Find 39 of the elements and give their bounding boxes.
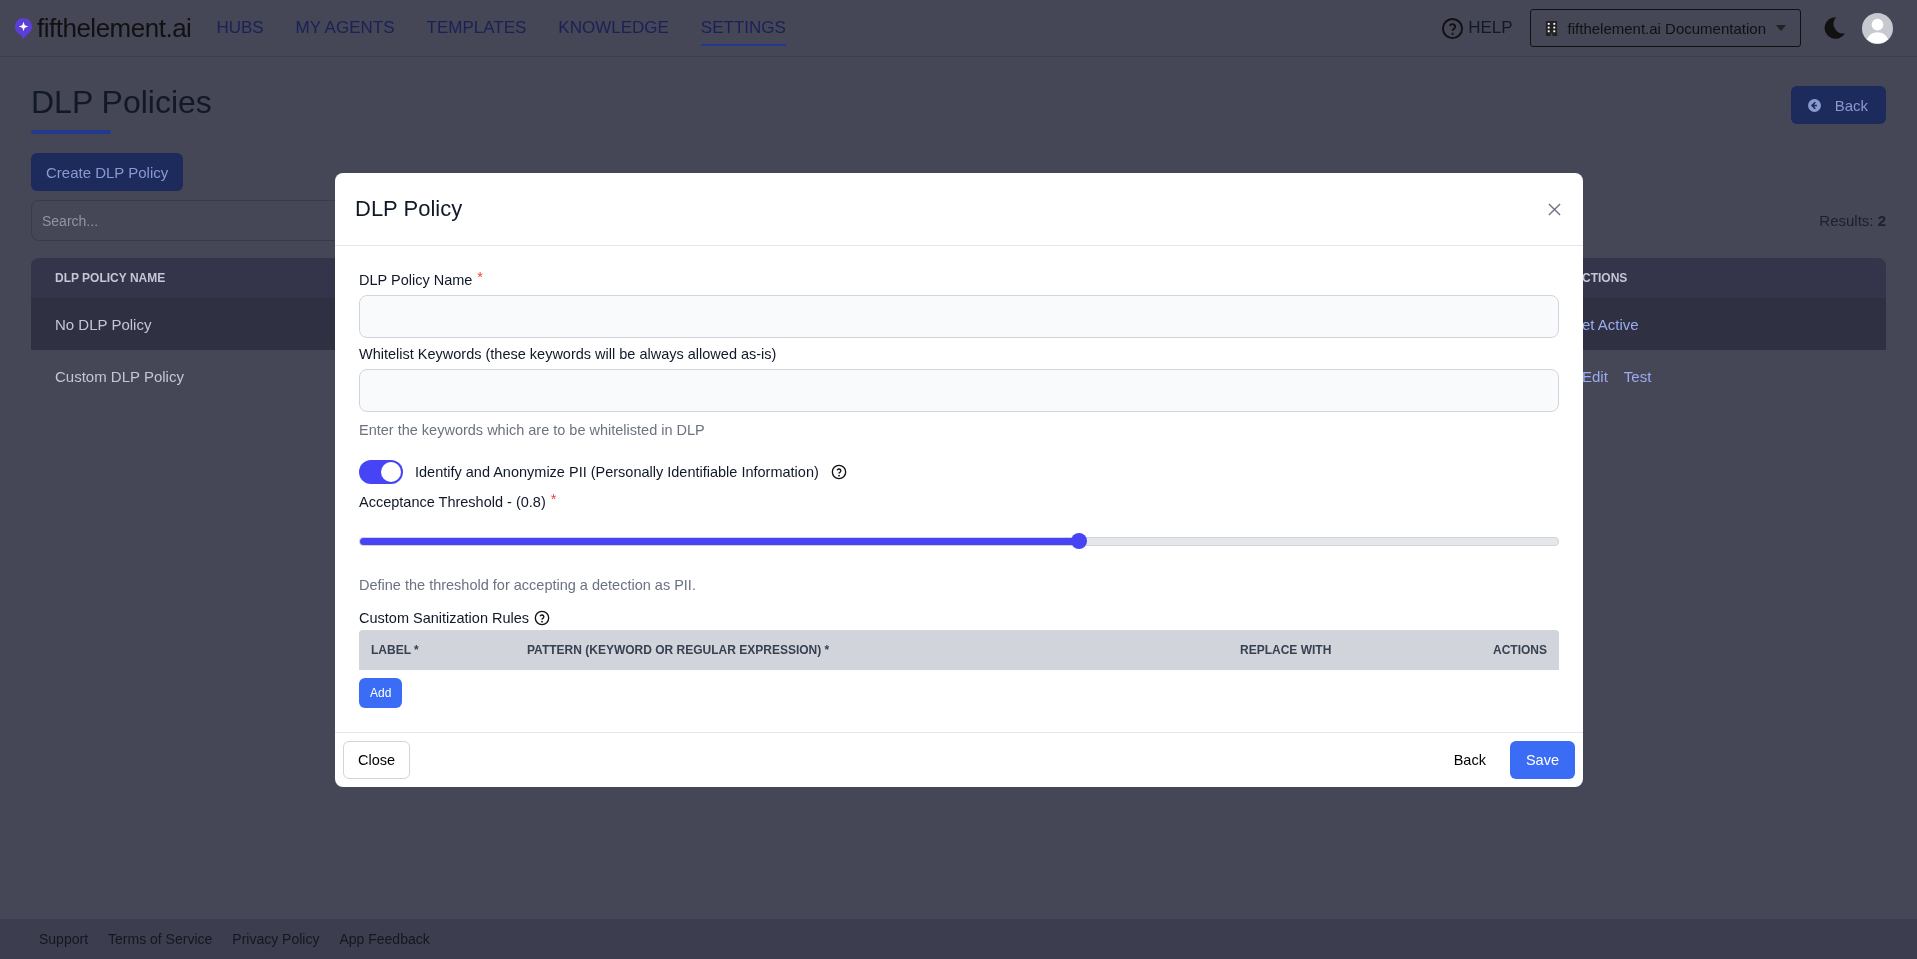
column-header: PATTERN (KEYWORD OR REGULAR EXPRESSION) * <box>527 643 831 657</box>
hint-text: Define the threshold for accepting a detection as PII. <box>359 577 697 593</box>
section-label: Custom Sanitization Rules <box>359 610 530 626</box>
close-icon[interactable] <box>1548 202 1561 216</box>
required-mark: * <box>550 491 557 507</box>
logo-text[interactable]: fifthelement.ai <box>37 12 192 44</box>
hint-text: Enter the keywords which are to be whitelisted in DLP <box>359 422 706 438</box>
table-cell: Custom DLP Policy <box>55 367 184 385</box>
column-header: REPLACE WITH <box>1240 643 1333 657</box>
input-field[interactable] <box>359 369 1559 412</box>
toggle-switch[interactable] <box>359 460 403 484</box>
column-header: ACTIONS <box>1493 643 1547 657</box>
add-button[interactable]: Add <box>359 678 403 708</box>
field-label: Acceptance Threshold - (0.8) <box>359 494 546 510</box>
save-button[interactable]: Save <box>1509 741 1575 779</box>
column-header: DLP POLICY NAME <box>55 271 166 285</box>
help-icon[interactable] <box>534 610 551 626</box>
field-label: Whitelist Keywords (these keywords will be always allowed as-is) <box>359 346 777 362</box>
back-button[interactable]: Back <box>1790 86 1886 124</box>
avatar-icon[interactable] <box>1862 12 1893 44</box>
logo-icon <box>14 16 33 40</box>
slider-thumb[interactable] <box>1070 533 1087 549</box>
caret-icon <box>1776 25 1786 31</box>
toggle-label: Identify and Anonymize PII (Personally Identifiable Information) <box>415 464 819 480</box>
create-policy-button[interactable]: Create DLP Policy <box>31 153 184 191</box>
action-link[interactable]: Test <box>1623 367 1652 385</box>
workspace-dropdown[interactable]: fifthelement.ai Documentation <box>1529 9 1801 47</box>
close-button[interactable]: Close <box>343 741 411 779</box>
field-label: DLP Policy Name <box>359 272 473 288</box>
action-link[interactable]: et Active <box>1582 315 1639 333</box>
action-link[interactable]: Edit <box>1582 367 1608 385</box>
column-header: CTIONS <box>1582 271 1629 285</box>
column-header: LABEL * <box>371 643 420 657</box>
required-mark: * <box>477 269 483 285</box>
input-field[interactable] <box>359 295 1559 338</box>
building-icon <box>1544 19 1558 37</box>
help-icon[interactable] <box>830 464 847 480</box>
table-cell: No DLP Policy <box>55 315 152 333</box>
arrow-left-circle-icon <box>1807 98 1821 112</box>
